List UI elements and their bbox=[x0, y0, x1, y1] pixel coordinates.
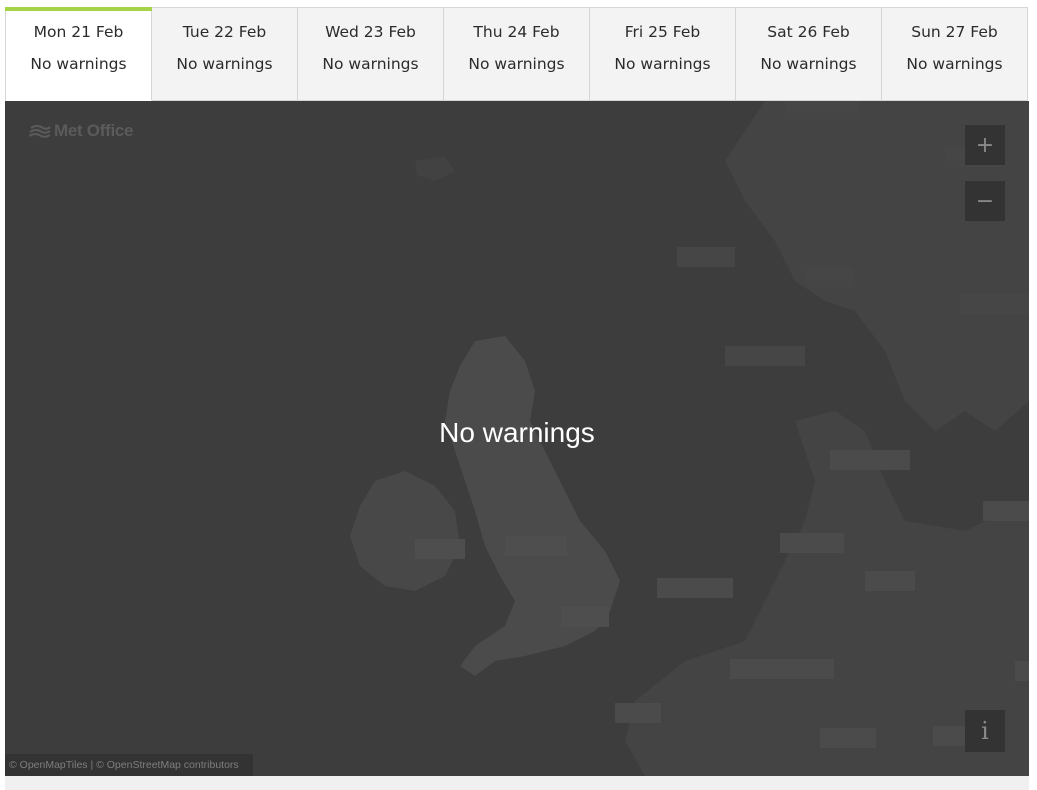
tab-sun-27-feb[interactable]: Sun 27 Feb No warnings bbox=[882, 8, 1028, 101]
no-warnings-message: No warnings bbox=[439, 417, 595, 448]
tab-date-label: Sun 27 Feb bbox=[911, 23, 998, 41]
tab-status-label: No warnings bbox=[322, 55, 419, 73]
tab-date-label: Fri 25 Feb bbox=[624, 23, 701, 41]
tab-date-label: Wed 23 Feb bbox=[325, 23, 416, 41]
met-office-logo-icon bbox=[29, 125, 51, 138]
tab-status-label: No warnings bbox=[760, 55, 857, 73]
tab-date-label: Tue 22 Feb bbox=[182, 23, 267, 41]
tab-date-label: Sat 26 Feb bbox=[767, 23, 850, 41]
zoom-out-button[interactable]: − bbox=[965, 181, 1005, 221]
met-office-logo-text: Met Office bbox=[54, 121, 134, 140]
tab-date-label: Mon 21 Feb bbox=[33, 23, 124, 41]
tab-tue-22-feb[interactable]: Tue 22 Feb No warnings bbox=[152, 8, 298, 101]
tab-sat-26-feb[interactable]: Sat 26 Feb No warnings bbox=[736, 8, 882, 101]
tab-fri-25-feb[interactable]: Fri 25 Feb No warnings bbox=[590, 8, 736, 101]
tab-status-label: No warnings bbox=[30, 55, 127, 73]
zoom-in-button[interactable]: + bbox=[965, 125, 1005, 165]
tab-date-label: Thu 24 Feb bbox=[473, 23, 560, 41]
map-attribution[interactable]: © OpenMapTiles | © OpenStreetMap contrib… bbox=[5, 754, 253, 776]
tab-wed-23-feb[interactable]: Wed 23 Feb No warnings bbox=[298, 8, 444, 101]
tab-thu-24-feb[interactable]: Thu 24 Feb No warnings bbox=[444, 8, 590, 101]
minus-icon: − bbox=[975, 188, 995, 214]
tab-status-label: No warnings bbox=[176, 55, 273, 73]
tab-status-label: No warnings bbox=[468, 55, 565, 73]
tab-status-label: No warnings bbox=[906, 55, 1003, 73]
date-tabs: Mon 21 Feb No warnings Tue 22 Feb No war… bbox=[5, 7, 1028, 101]
warnings-map[interactable]: Met Office + − No warnings i © OpenMapTi… bbox=[5, 101, 1029, 776]
info-icon: i bbox=[981, 717, 989, 745]
info-button[interactable]: i bbox=[965, 710, 1005, 752]
tab-status-label: No warnings bbox=[614, 55, 711, 73]
footer-strip bbox=[5, 776, 1029, 790]
tab-mon-21-feb[interactable]: Mon 21 Feb No warnings bbox=[5, 7, 152, 101]
plus-icon: + bbox=[975, 132, 995, 158]
met-office-logo: Met Office bbox=[29, 121, 133, 141]
